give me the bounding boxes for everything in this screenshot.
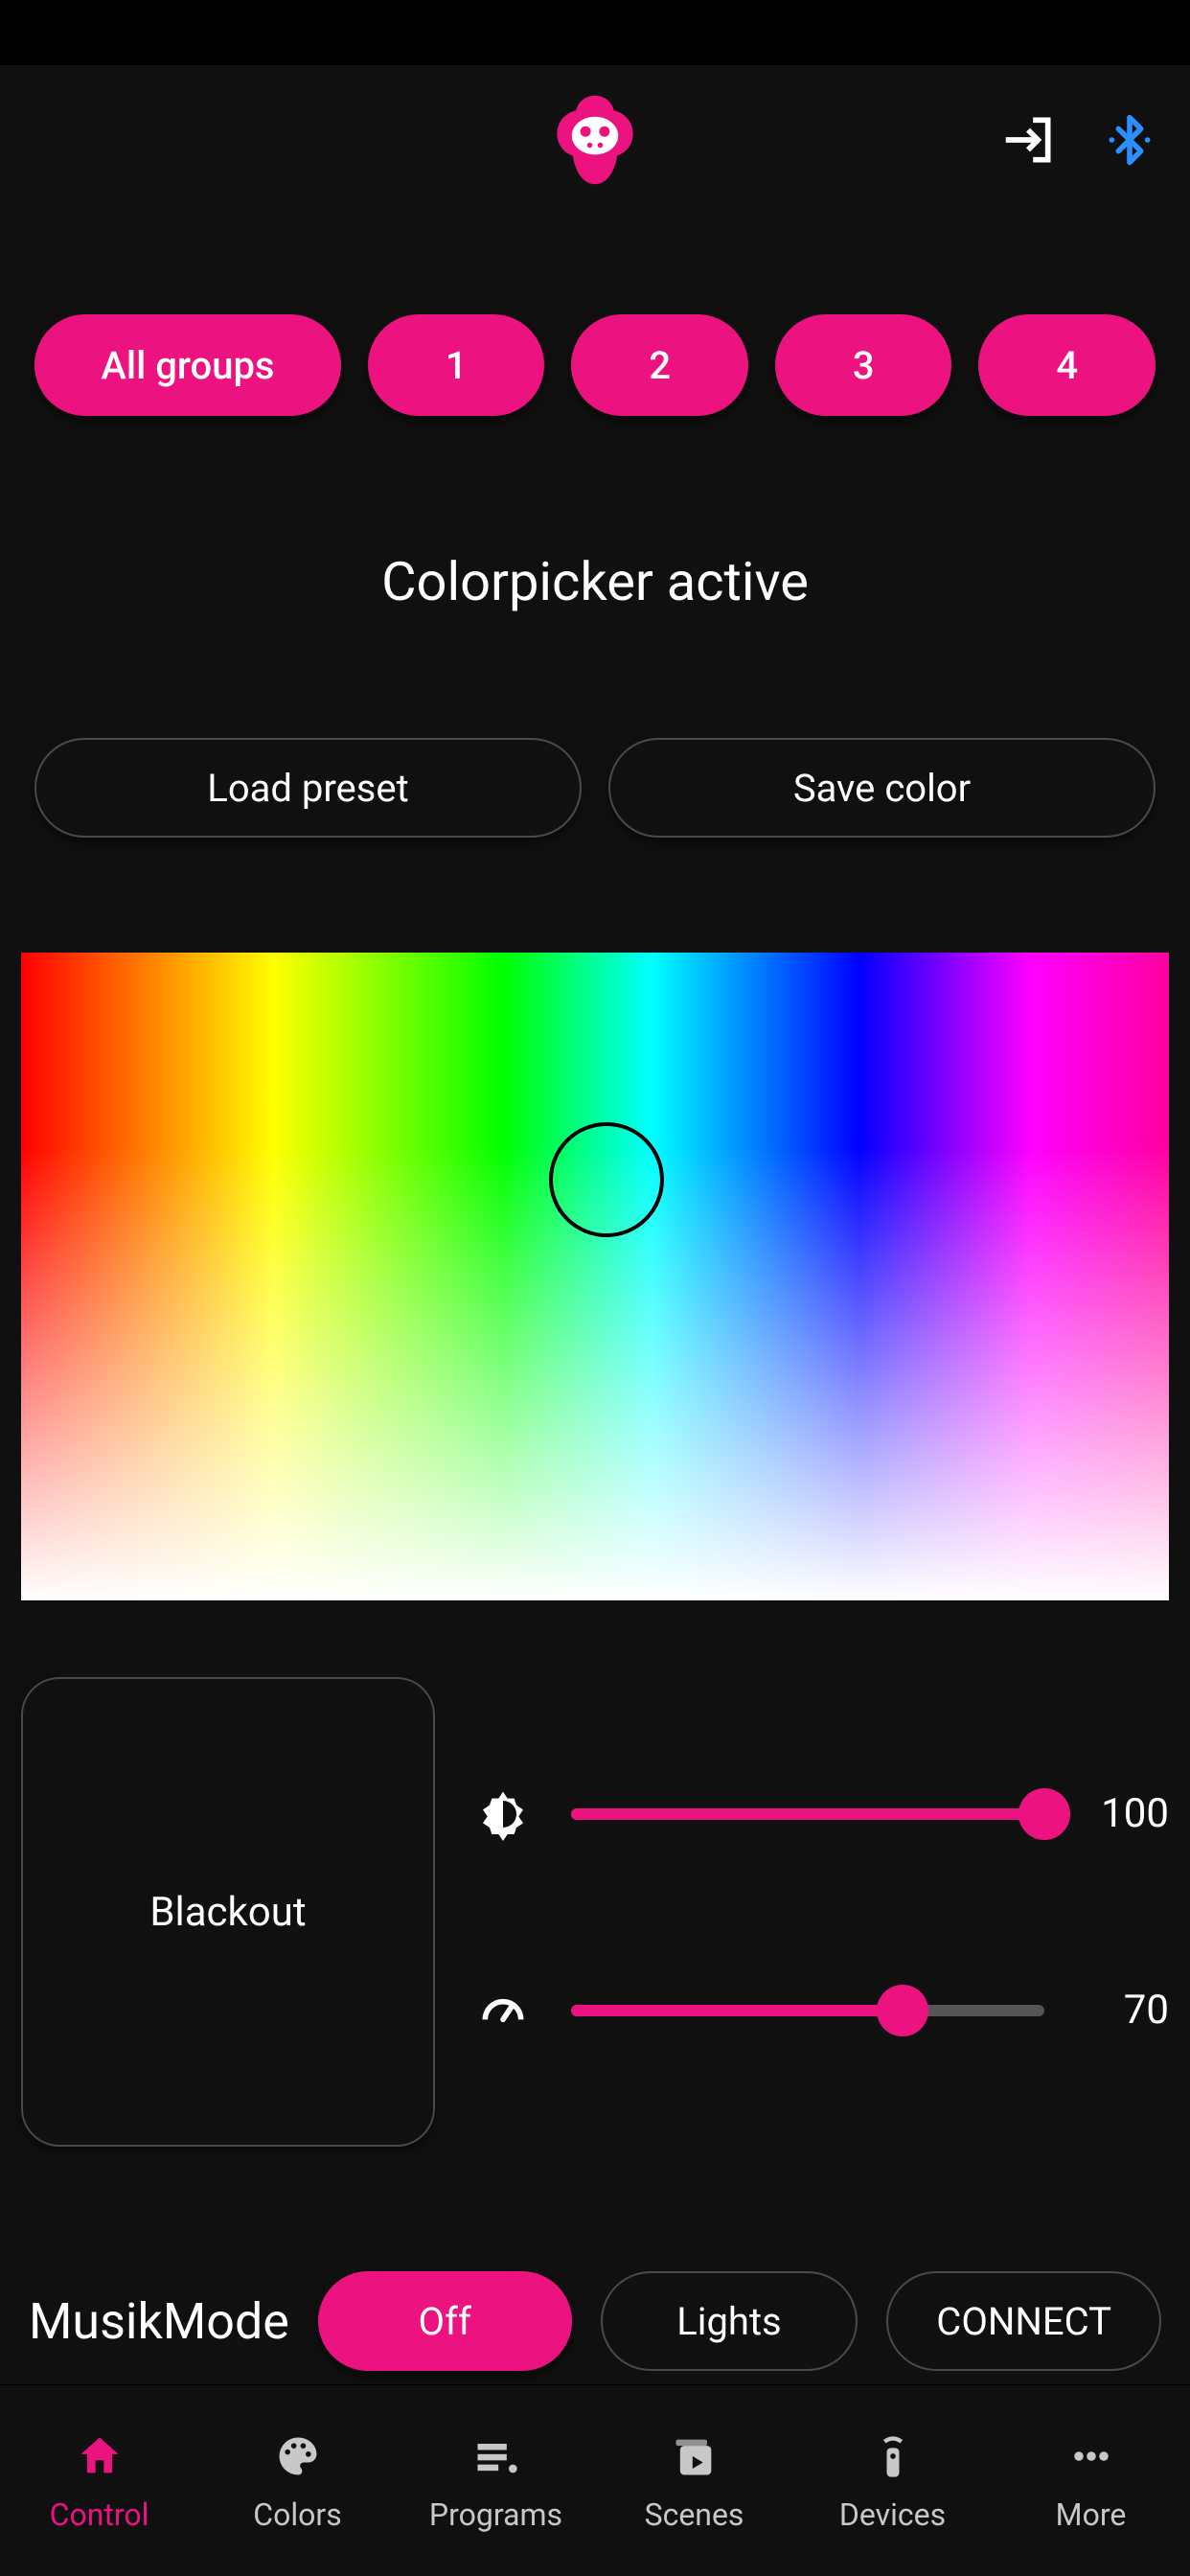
controls-row: Blackout 100 <box>0 1677 1190 2147</box>
bluetooth-button[interactable] <box>1098 110 1161 173</box>
preset-row: Load preset Save color <box>0 738 1190 838</box>
nav-colors-label: Colors <box>253 2496 341 2533</box>
more-icon <box>1064 2429 1118 2483</box>
slider-fill <box>571 2005 903 2016</box>
brightness-slider[interactable] <box>571 1808 1044 1820</box>
color-picker-area[interactable] <box>21 953 1169 1600</box>
brightness-icon <box>473 1784 533 1844</box>
save-color-label: Save color <box>793 766 971 811</box>
speed-value: 70 <box>1083 1987 1169 2034</box>
group-all-button[interactable]: All groups <box>34 314 341 416</box>
music-connect-label: CONNECT <box>936 2299 1111 2344</box>
colorpicker-title: Colorpicker active <box>0 550 1190 613</box>
nav-scenes-label: Scenes <box>645 2496 744 2533</box>
load-preset-button[interactable]: Load preset <box>34 738 582 838</box>
slider-fill <box>571 1808 1044 1820</box>
speed-slider-row: 70 <box>473 1981 1169 2040</box>
sliders-panel: 100 70 <box>473 1677 1169 2147</box>
nav-devices-label: Devices <box>839 2496 946 2533</box>
music-mode-row: MusikMode Off Lights CONNECT <box>0 2271 1190 2371</box>
music-off-label: Off <box>419 2299 471 2344</box>
nav-colors[interactable]: Colors <box>198 2385 397 2576</box>
home-icon <box>73 2429 126 2483</box>
brightness-value: 100 <box>1083 1790 1169 1837</box>
nav-control-label: Control <box>50 2496 149 2533</box>
color-picker-cursor[interactable] <box>549 1122 664 1237</box>
app-header <box>0 65 1190 218</box>
group-2-button[interactable]: 2 <box>571 314 748 416</box>
blackout-button[interactable]: Blackout <box>21 1677 435 2147</box>
slider-thumb[interactable] <box>1018 1788 1070 1840</box>
list-icon <box>469 2429 523 2483</box>
group-1-button[interactable]: 1 <box>368 314 545 416</box>
group-all-label: All groups <box>101 343 274 388</box>
status-bar <box>0 0 1190 65</box>
nav-devices[interactable]: Devices <box>793 2385 992 2576</box>
group-selector: All groups 1 2 3 4 <box>0 314 1190 416</box>
group-label: 4 <box>1056 343 1078 388</box>
nav-programs[interactable]: Programs <box>397 2385 595 2576</box>
music-lights-label: Lights <box>676 2299 782 2344</box>
music-lights-button[interactable]: Lights <box>601 2271 858 2371</box>
slider-thumb[interactable] <box>877 1985 928 2036</box>
exit-icon <box>998 110 1058 173</box>
group-label: 2 <box>649 343 671 388</box>
speed-icon <box>473 1981 533 2040</box>
music-mode-label: MusikMode <box>29 2292 289 2351</box>
bluetooth-icon <box>1103 113 1156 171</box>
group-4-button[interactable]: 4 <box>978 314 1156 416</box>
nav-control[interactable]: Control <box>0 2385 198 2576</box>
speed-slider[interactable] <box>571 2005 1044 2016</box>
load-preset-label: Load preset <box>207 766 408 811</box>
nav-programs-label: Programs <box>429 2496 562 2533</box>
save-color-button[interactable]: Save color <box>608 738 1156 838</box>
exit-button[interactable] <box>996 110 1060 173</box>
scenes-icon <box>668 2429 721 2483</box>
music-off-button[interactable]: Off <box>318 2271 572 2371</box>
group-3-button[interactable]: 3 <box>775 314 952 416</box>
monkey-logo-icon <box>542 87 648 196</box>
palette-icon <box>271 2429 325 2483</box>
brightness-slider-row: 100 <box>473 1784 1169 1844</box>
blackout-label: Blackout <box>149 1889 306 1936</box>
nav-more-label: More <box>1056 2496 1127 2533</box>
group-label: 3 <box>853 343 875 388</box>
remote-icon <box>866 2429 920 2483</box>
nav-scenes[interactable]: Scenes <box>595 2385 793 2576</box>
group-label: 1 <box>446 343 468 388</box>
music-connect-button[interactable]: CONNECT <box>886 2271 1161 2371</box>
bottom-nav: Control Colors Programs Scenes Devices M… <box>0 2384 1190 2576</box>
nav-more[interactable]: More <box>992 2385 1190 2576</box>
